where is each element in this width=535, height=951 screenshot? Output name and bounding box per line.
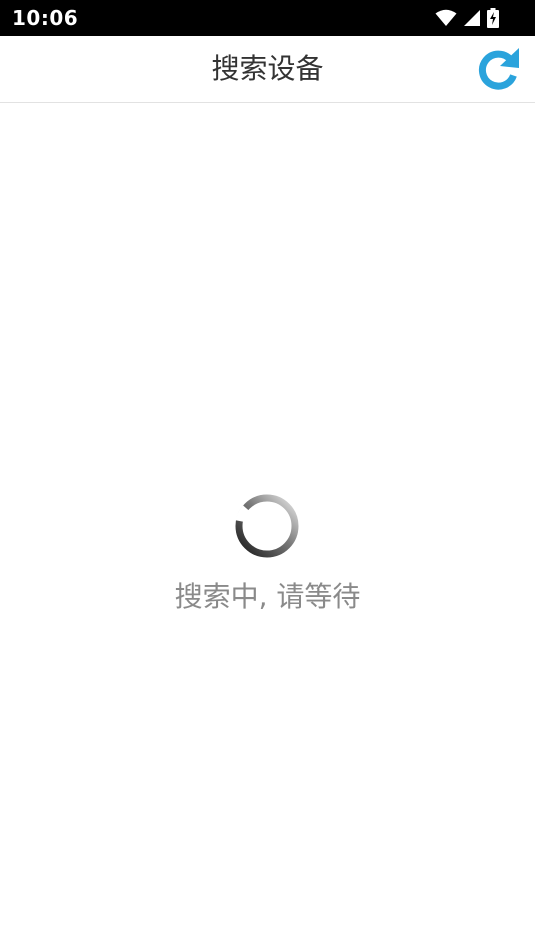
refresh-button[interactable] [473, 44, 523, 94]
cellular-signal-icon [463, 9, 481, 27]
status-time: 10:06 [12, 6, 79, 30]
refresh-icon [478, 48, 519, 90]
app-bar: 搜索设备 [0, 36, 535, 103]
battery-charging-icon [487, 8, 499, 28]
loading-message: 搜索中, 请等待 [174, 580, 361, 613]
content-area: 搜索中, 请等待 [0, 103, 535, 951]
status-bar: 10:06 [0, 0, 535, 36]
wifi-icon [435, 9, 457, 27]
page-title: 搜索设备 [211, 52, 324, 85]
status-icons [435, 7, 499, 29]
loading-spinner-icon [234, 493, 300, 559]
